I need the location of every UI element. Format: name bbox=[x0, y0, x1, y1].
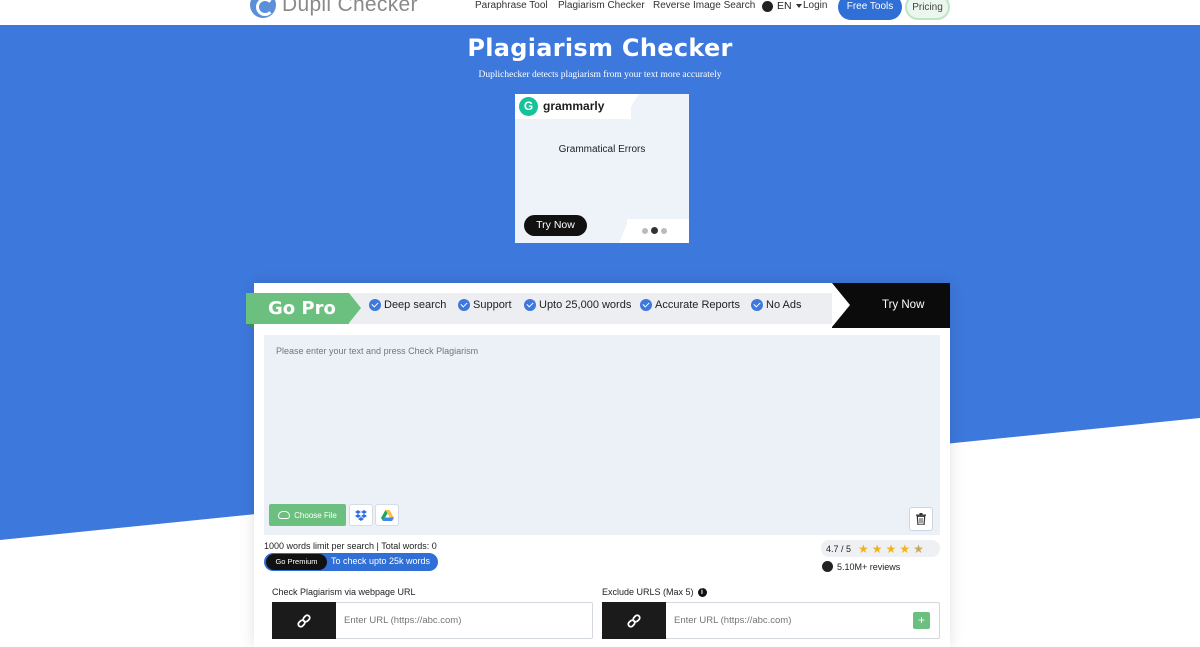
nav-plagiarism-checker[interactable]: Plagiarism Checker bbox=[558, 0, 645, 14]
login-link[interactable]: Login bbox=[803, 0, 827, 14]
check-circle-icon bbox=[751, 299, 763, 311]
star-icon: ★ bbox=[885, 541, 897, 556]
ad-brand-name: grammarly bbox=[543, 99, 605, 113]
feature-no-ads: No Ads bbox=[751, 299, 801, 311]
check-circle-icon bbox=[524, 299, 536, 311]
rating-box: 4.7 / 5 ★ ★ ★ ★ ★ bbox=[821, 540, 940, 557]
ad-carousel-dots bbox=[642, 227, 667, 234]
pricing-button[interactable]: Pricing bbox=[905, 0, 950, 20]
grammarly-logo-icon: G bbox=[519, 97, 538, 116]
go-pro-ribbon-fold bbox=[246, 324, 254, 328]
webpage-url-input[interactable] bbox=[337, 603, 587, 638]
exclude-urls-label: Exclude URLS (Max 5) i bbox=[602, 587, 707, 597]
star-icon: ★ bbox=[899, 541, 911, 556]
trash-icon bbox=[916, 513, 926, 525]
language-label: EN bbox=[777, 0, 792, 12]
feature-label: Upto 25,000 words bbox=[539, 299, 632, 311]
feature-label: Support bbox=[473, 299, 512, 311]
google-drive-icon bbox=[380, 509, 394, 521]
site-logo[interactable]: Dupli Checker bbox=[250, 0, 418, 18]
rating-value: 4.7 / 5 bbox=[826, 543, 852, 554]
top-header: Dupli Checker Paraphrase Tool Plagiarism… bbox=[0, 0, 1200, 25]
carousel-dot-active[interactable] bbox=[651, 227, 658, 234]
grammarly-ad[interactable]: G grammarly Grammatical Errors Try Now bbox=[515, 94, 689, 243]
feature-label: Deep search bbox=[384, 299, 447, 311]
go-pro-badge: Go Pro bbox=[246, 293, 361, 324]
add-url-button[interactable]: + bbox=[913, 612, 930, 629]
premium-text: To check upto 25k words bbox=[331, 556, 431, 566]
check-circle-icon bbox=[640, 299, 652, 311]
info-icon[interactable]: i bbox=[697, 587, 707, 597]
ad-header-corner bbox=[623, 94, 639, 119]
link-icon bbox=[627, 613, 641, 628]
page-subtitle: Duplichecker detects plagiarism from you… bbox=[478, 70, 722, 80]
logo-icon bbox=[250, 0, 276, 18]
globe-icon bbox=[762, 0, 773, 12]
url-check-label: Check Plagiarism via webpage URL bbox=[272, 587, 416, 597]
feature-accurate-reports: Accurate Reports bbox=[640, 299, 740, 311]
star-partial-icon: ★ bbox=[913, 541, 924, 556]
pro-try-now-button[interactable]: Try Now bbox=[832, 283, 950, 328]
go-premium-button[interactable]: Go Premium bbox=[266, 554, 327, 570]
free-tools-button[interactable]: Free Tools bbox=[838, 0, 902, 20]
check-circle-icon bbox=[369, 299, 381, 311]
feature-deep-search: Deep search bbox=[369, 299, 446, 311]
page-title: Plagiarism Checker bbox=[467, 34, 733, 62]
feature-label: Accurate Reports bbox=[655, 299, 740, 311]
feature-label: No Ads bbox=[766, 299, 802, 311]
google-drive-button[interactable] bbox=[375, 504, 399, 526]
check-circle-icon bbox=[458, 299, 470, 311]
dropbox-button[interactable] bbox=[349, 504, 373, 526]
reviews-label: 5.10M+ reviews bbox=[837, 561, 901, 572]
logo-text: Dupli Checker bbox=[282, 0, 418, 16]
ad-footer-corner bbox=[619, 219, 629, 243]
word-limit-info: 1000 words limit per search | Total word… bbox=[264, 541, 437, 551]
chevron-down-icon bbox=[795, 4, 802, 8]
reviews-count: 5.10M+ reviews bbox=[822, 561, 900, 572]
carousel-dot[interactable] bbox=[661, 227, 667, 234]
nav-reverse-image-search[interactable]: Reverse Image Search bbox=[653, 0, 755, 14]
choose-file-label: Choose File bbox=[294, 510, 337, 520]
language-selector[interactable]: EN bbox=[762, 0, 802, 12]
clear-text-button[interactable] bbox=[909, 507, 933, 531]
carousel-dot[interactable] bbox=[642, 227, 648, 234]
link-button[interactable] bbox=[272, 602, 336, 639]
user-icon bbox=[822, 561, 833, 572]
cloud-upload-icon bbox=[278, 511, 291, 519]
feature-support: Support bbox=[458, 299, 512, 311]
exclude-urls-text: Exclude URLS (Max 5) bbox=[602, 587, 694, 597]
star-icon: ★ bbox=[858, 541, 869, 556]
nav-paraphrase-tool[interactable]: Paraphrase Tool bbox=[475, 0, 548, 14]
ad-try-now-button[interactable]: Try Now bbox=[524, 215, 587, 236]
choose-file-button[interactable]: Choose File bbox=[269, 504, 346, 526]
exclude-url-input[interactable] bbox=[667, 603, 902, 638]
feature-word-limit: Upto 25,000 words bbox=[524, 299, 631, 311]
ad-headline: Grammatical Errors bbox=[558, 144, 646, 155]
link-icon bbox=[297, 613, 311, 628]
exclude-link-button[interactable] bbox=[602, 602, 666, 639]
star-icon: ★ bbox=[871, 541, 883, 556]
dropbox-icon bbox=[355, 509, 367, 521]
